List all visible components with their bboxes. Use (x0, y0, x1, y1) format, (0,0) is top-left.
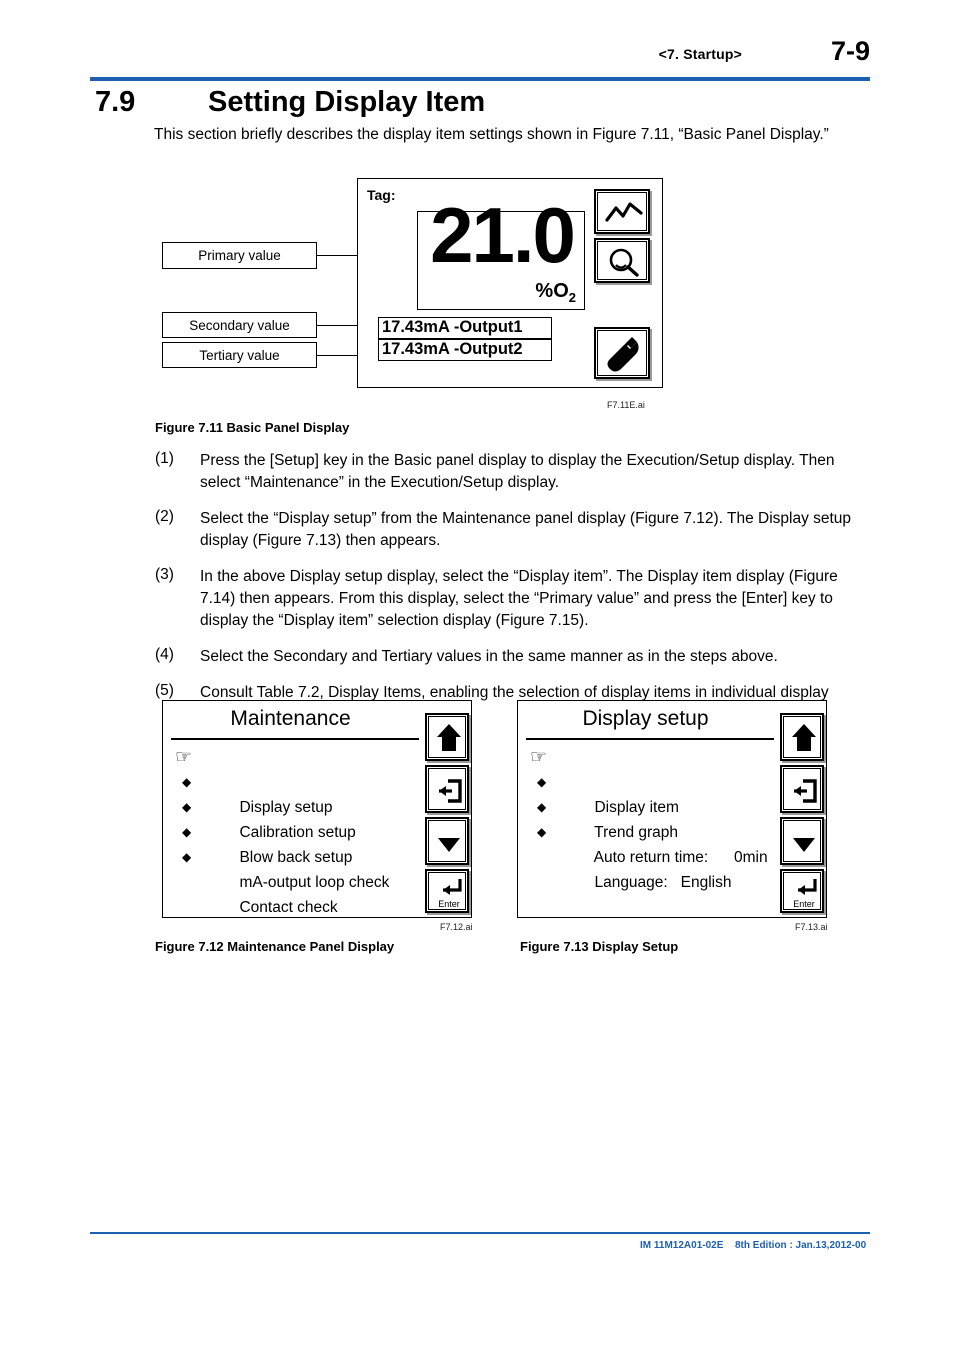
unit-text: %O (535, 280, 569, 302)
step-item: (3) In the above Display setup display, … (155, 566, 867, 632)
menu-item-ma-output-loop-check[interactable]: ◆ mA-output loop check (173, 820, 423, 891)
figure-712-ai-label: F7.12.ai (440, 922, 473, 932)
diamond-bullet-icon: ◆ (182, 850, 192, 864)
diamond-bullet-icon: ◆ (537, 825, 547, 839)
figure-711-ai-label: F7.11E.ai (607, 400, 645, 410)
enter-key[interactable]: Enter (780, 869, 824, 913)
figure-713-caption: Figure 7.13 Display Setup (520, 939, 679, 954)
step-number: (5) (155, 682, 174, 699)
chevron-down-icon (438, 838, 460, 852)
menu-item-display-setup[interactable]: ☞ Display setup (173, 745, 423, 816)
diamond-bullet-icon: ◆ (537, 800, 547, 814)
step-number: (4) (155, 646, 174, 663)
menu-item-label: Auto return time: 0min (593, 849, 768, 866)
step-text: Select the Secondary and Tertiary values… (200, 648, 778, 665)
enter-return-icon (798, 879, 817, 895)
figure-712-maintenance-panel: Maintenance ☞ Display setup ◆ Calibratio… (162, 700, 472, 918)
document-page: <7. Startup> 7-9 7.9 Setting Display Ite… (0, 0, 954, 1350)
maintenance-screen-title: Maintenance (230, 707, 351, 730)
step-number: (1) (155, 450, 174, 467)
step-text: Select the “Display setup” from the Main… (200, 510, 852, 549)
tertiary-value-row: 17.43mA -Output2 (378, 339, 552, 361)
menu-item-label: Language: English (594, 874, 732, 891)
figure-711-caption: Figure 7.11 Basic Panel Display (155, 420, 350, 435)
wrench-icon (607, 337, 639, 372)
hand-pointer-icon: ☞ (175, 747, 193, 768)
menu-item-display-item[interactable]: ☞ Display item (528, 745, 778, 816)
callout-secondary-value: Secondary value (162, 312, 317, 338)
exit-icon (794, 779, 817, 803)
menu-item-blow-back-setup[interactable]: ◆ Blow back setup (173, 795, 423, 866)
menu-item-label: Contact check (239, 899, 338, 916)
step-item: (1) Press the [Setup] key in the Basic p… (155, 450, 867, 494)
trend-graph-key[interactable] (594, 189, 650, 234)
primary-value-reading: 21.0 (430, 191, 576, 279)
basic-panel-display: Tag: 21.0 %O2 17.43mA -Output1 17.43mA -… (357, 178, 663, 388)
setup-wrench-key[interactable] (594, 327, 650, 379)
step-number: (3) (155, 566, 174, 583)
section-title: Setting Display Item (208, 86, 486, 118)
diamond-bullet-icon: ◆ (182, 825, 192, 839)
page-header: <7. Startup> 7-9 (90, 36, 870, 78)
home-key[interactable] (425, 713, 469, 761)
figure-713-display-setup-panel: Display setup ☞ Display item ◆ Trend gra… (517, 700, 827, 918)
menu-item-language[interactable]: ◆ Language: English (528, 820, 778, 891)
footer-rule (90, 1232, 870, 1234)
primary-value-unit: %O2 (535, 280, 576, 305)
maintenance-title-divider (171, 738, 419, 740)
maintenance-menu-list: ☞ Display setup ◆ Calibration setup ◆ Bl… (173, 745, 423, 916)
menu-item-label: mA-output loop check (239, 874, 390, 891)
procedure-steps: (1) Press the [Setup] key in the Basic p… (155, 450, 867, 740)
diamond-bullet-icon: ◆ (182, 775, 192, 789)
callout-tertiary-value: Tertiary value (162, 342, 317, 368)
section-number: 7.9 (95, 86, 136, 118)
menu-item-auto-return-time[interactable]: ◆ Auto return time: 0min (528, 795, 778, 866)
magnifier-icon (609, 248, 639, 277)
figure-711-basic-panel-display: Primary value Secondary value Tertiary v… (150, 172, 680, 422)
section-intro: This section briefly describes the displ… (154, 126, 829, 143)
trend-graph-icon (605, 202, 643, 222)
detail-zoom-key[interactable] (594, 238, 650, 283)
down-arrow-key[interactable] (780, 817, 824, 865)
home-key[interactable] (780, 713, 824, 761)
figure-712-caption: Figure 7.12 Maintenance Panel Display (155, 939, 395, 954)
figure-713-ai-label: F7.13.ai (795, 922, 828, 932)
step-number: (2) (155, 508, 174, 525)
display-setup-title-divider (526, 738, 774, 740)
step-text: In the above Display setup display, sele… (200, 568, 838, 629)
down-arrow-key[interactable] (425, 817, 469, 865)
footer-edition: 8th Edition : Jan.13,2012-00 (735, 1240, 867, 1251)
step-text: Press the [Setup] key in the Basic panel… (200, 452, 835, 491)
enter-key-label: Enter (438, 899, 460, 909)
hand-pointer-icon: ☞ (530, 747, 548, 768)
unit-subscript: 2 (568, 290, 576, 305)
header-page-number: 7-9 (830, 36, 870, 66)
menu-item-calibration-setup[interactable]: ◆ Calibration setup (173, 770, 423, 841)
step-item: (2) Select the “Display setup” from the … (155, 508, 867, 552)
exit-key[interactable] (425, 765, 469, 813)
menu-item-contact-check[interactable]: ◆ Contact check (173, 845, 423, 916)
enter-key[interactable]: Enter (425, 869, 469, 913)
secondary-value-row: 17.43mA -Output1 (378, 317, 552, 339)
enter-return-icon (443, 879, 462, 895)
footer-document-number: IM 11M12A01-02E (640, 1240, 724, 1251)
header-chapter: <7. Startup> (658, 46, 742, 62)
header-rule (90, 77, 870, 81)
tag-label: Tag: (367, 187, 396, 203)
primary-value-box: 21.0 %O2 (417, 196, 585, 310)
enter-key-label: Enter (793, 899, 815, 909)
exit-key[interactable] (780, 765, 824, 813)
menu-item-trend-graph[interactable]: ◆ Trend graph (528, 770, 778, 841)
chevron-down-icon (793, 838, 815, 852)
callout-primary-value: Primary value (162, 242, 317, 269)
diamond-bullet-icon: ◆ (182, 800, 192, 814)
display-setup-screen-title: Display setup (582, 707, 709, 730)
home-icon (437, 724, 461, 751)
diamond-bullet-icon: ◆ (537, 775, 547, 789)
home-icon (792, 724, 816, 751)
exit-icon (439, 779, 462, 803)
step-item: (4) Select the Secondary and Tertiary va… (155, 646, 867, 668)
display-setup-menu-list: ☞ Display item ◆ Trend graph ◆ Auto retu… (528, 745, 778, 891)
